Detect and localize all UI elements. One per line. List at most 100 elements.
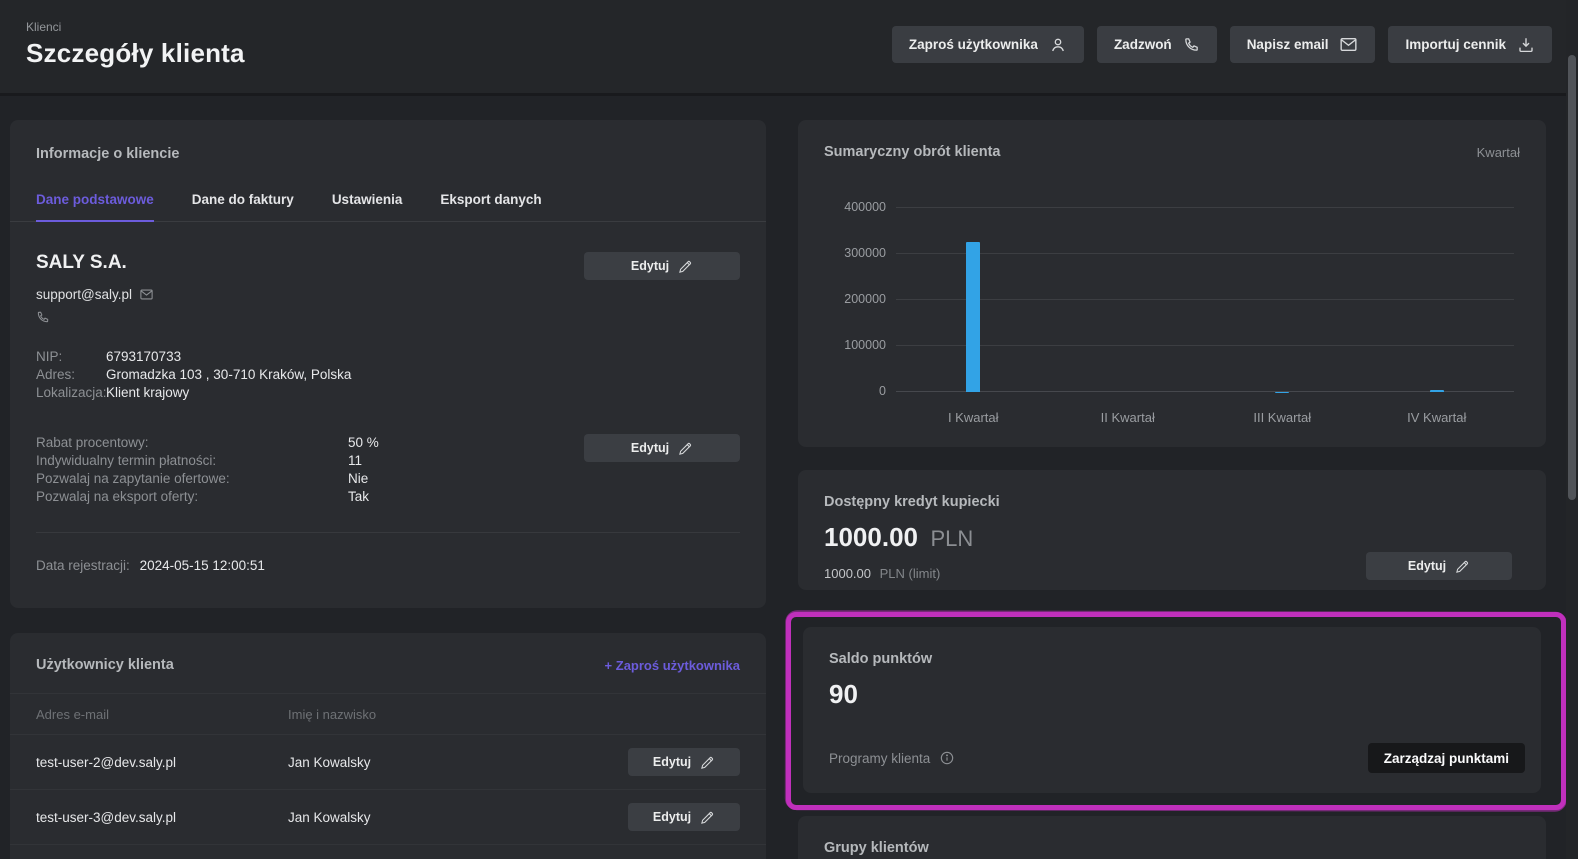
header-titles: Klienci Szczegóły klienta xyxy=(26,20,245,69)
credit-amount-line: 1000.00 PLN xyxy=(824,522,1520,553)
settings-edit-button[interactable]: Edytuj xyxy=(584,434,740,462)
turnover-chart: 0 100000 200000 300000 400000 I Kwartał II Kwa… xyxy=(824,200,1520,430)
detail-row: Adres: Gromadzka 103 , 30-710 Kraków, Po… xyxy=(36,366,740,384)
person-icon xyxy=(1049,36,1067,54)
left-column: Informacje o kliencie Dane podstawowe Da… xyxy=(10,120,766,859)
chart-bar xyxy=(1430,390,1444,392)
x-axis-category-label: I Kwartał xyxy=(948,410,999,425)
detail-value: 6793170733 xyxy=(106,348,181,366)
setting-value: Nie xyxy=(348,470,368,488)
customer-info-title: Informacje o kliencie xyxy=(10,146,766,162)
user-name: Jan Kowalsky xyxy=(288,755,628,770)
chart-bar xyxy=(966,242,980,392)
y-axis-tick-label: 400000 xyxy=(824,200,886,214)
pencil-icon xyxy=(678,259,693,274)
y-axis-tick-label: 100000 xyxy=(824,338,886,352)
customer-info-card: Informacje o kliencie Dane podstawowe Da… xyxy=(10,120,766,608)
groups-title: Grupy klientów xyxy=(824,840,1520,856)
user-edit-button[interactable]: Edytuj xyxy=(628,748,740,776)
chart-header: Sumaryczny obrót klienta Kwartał xyxy=(824,144,1520,160)
setting-row: Rabat procentowy: 50 % xyxy=(36,434,379,452)
client-programs: Programy klienta xyxy=(829,750,955,766)
y-axis-tick-label: 300000 xyxy=(824,246,886,260)
pencil-icon xyxy=(700,810,715,825)
right-column: Sumaryczny obrót klienta Kwartał 0 100000… xyxy=(798,120,1546,859)
tab-ustawienia[interactable]: Ustawienia xyxy=(332,192,403,222)
setting-value: Tak xyxy=(348,488,369,506)
detail-row: NIP: 6793170733 xyxy=(36,348,740,366)
credit-limit-suffix: PLN (limit) xyxy=(880,566,941,581)
x-axis-category-label: III Kwartał xyxy=(1253,410,1311,425)
x-axis-category-label: II Kwartał xyxy=(1101,410,1155,425)
company-email[interactable]: support@saly.pl xyxy=(36,287,132,302)
customer-info-body: SALY S.A. support@saly.pl Edytuj xyxy=(10,252,766,599)
credit-card: Dostępny kredyt kupiecki 1000.00 PLN 100… xyxy=(798,470,1546,590)
company-phone-line xyxy=(36,310,154,324)
setting-label: Rabat procentowy: xyxy=(36,434,348,452)
chart-gridline xyxy=(896,207,1514,208)
points-value: 90 xyxy=(829,679,1515,710)
write-email-button[interactable]: Napisz email xyxy=(1230,26,1376,63)
y-axis-tick-label: 0 xyxy=(824,384,886,398)
chart-gridline xyxy=(896,345,1514,346)
chart-title: Sumaryczny obrót klienta xyxy=(824,144,1000,160)
company-email-line: support@saly.pl xyxy=(36,287,154,302)
info-icon[interactable] xyxy=(939,750,955,766)
company-edit-label: Edytuj xyxy=(631,259,669,273)
x-axis-category-label: IV Kwartał xyxy=(1407,410,1466,425)
write-email-button-label: Napisz email xyxy=(1247,37,1329,52)
manage-points-button[interactable]: Zarządzaj punktami xyxy=(1368,743,1525,773)
user-email: test-user-3@dev.saly.pl xyxy=(36,810,288,825)
registration-label: Data rejestracji: xyxy=(36,558,130,573)
registration-value: 2024-05-15 12:00:51 xyxy=(140,558,265,573)
credit-limit-amount: 1000.00 xyxy=(824,566,871,581)
pencil-icon xyxy=(700,755,715,770)
credit-edit-button[interactable]: Edytuj xyxy=(1366,552,1512,580)
annotation-highlight-box: Saldo punktów 90 Programy klienta Zarząd… xyxy=(786,612,1566,810)
y-axis-tick-label: 200000 xyxy=(824,292,886,306)
detail-label: Adres: xyxy=(36,366,106,384)
user-name: Jan Kowalsky xyxy=(288,810,628,825)
pencil-icon xyxy=(1455,559,1470,574)
company-row: SALY S.A. support@saly.pl Edytuj xyxy=(36,252,740,324)
tab-dane-podstawowe[interactable]: Dane podstawowe xyxy=(36,192,154,222)
phone-icon xyxy=(1183,36,1200,53)
scrollbar-thumb[interactable] xyxy=(1568,55,1576,500)
registration-line: Data rejestracji: 2024-05-15 12:00:51 xyxy=(36,558,740,599)
user-edit-button[interactable]: Edytuj xyxy=(628,803,740,831)
table-row: test-user-3@dev.saly.pl Jan Kowalsky Edy… xyxy=(10,790,766,845)
settings-rows: Rabat procentowy: 50 % Indywidualny term… xyxy=(36,434,379,506)
setting-label: Pozwalaj na eksport oferty: xyxy=(36,488,348,506)
chart-gridline xyxy=(896,299,1514,300)
tab-eksport-danych[interactable]: Eksport danych xyxy=(440,192,541,222)
invite-user-link[interactable]: + Zaproś użytkownika xyxy=(605,658,740,673)
users-card-title: Użytkownicy klienta xyxy=(36,657,174,673)
points-footer: Programy klienta Zarządzaj punktami xyxy=(829,743,1525,773)
customer-info-tabs: Dane podstawowe Dane do faktury Ustawien… xyxy=(10,192,766,222)
client-groups-card: Grupy klientów xyxy=(798,816,1546,859)
turnover-chart-card: Sumaryczny obrót klienta Kwartał 0 100000… xyxy=(798,120,1546,447)
invite-user-button[interactable]: Zaproś użytkownika xyxy=(892,26,1084,63)
credit-amount: 1000.00 xyxy=(824,522,918,552)
chart-plot xyxy=(896,208,1514,392)
breadcrumb[interactable]: Klienci xyxy=(26,20,245,34)
setting-value: 11 xyxy=(348,452,362,470)
client-programs-label: Programy klienta xyxy=(829,751,930,766)
tab-dane-do-faktury[interactable]: Dane do faktury xyxy=(192,192,294,222)
users-card-header: Użytkownicy klienta + Zaproś użytkownika xyxy=(10,633,766,693)
page-title: Szczegóły klienta xyxy=(26,38,245,69)
company-edit-button[interactable]: Edytuj xyxy=(584,252,740,280)
credit-edit-label: Edytuj xyxy=(1408,559,1446,573)
points-balance-card: Saldo punktów 90 Programy klienta Zarząd… xyxy=(803,627,1541,793)
period-selector[interactable]: Kwartał xyxy=(1477,145,1520,160)
users-table-header: Adres e-mail Imię i nazwisko xyxy=(10,693,766,735)
chart-gridline xyxy=(896,391,1514,392)
detail-value: Gromadzka 103 , 30-710 Kraków, Polska xyxy=(106,366,351,384)
import-pricelist-button[interactable]: Importuj cennik xyxy=(1388,26,1552,63)
company-name: SALY S.A. xyxy=(36,252,154,274)
setting-value: 50 % xyxy=(348,434,379,452)
call-button[interactable]: Zadzwoń xyxy=(1097,26,1217,63)
call-button-label: Zadzwoń xyxy=(1114,37,1172,52)
credit-currency: PLN xyxy=(930,526,973,551)
setting-row: Pozwalaj na eksport oferty: Tak xyxy=(36,488,379,506)
